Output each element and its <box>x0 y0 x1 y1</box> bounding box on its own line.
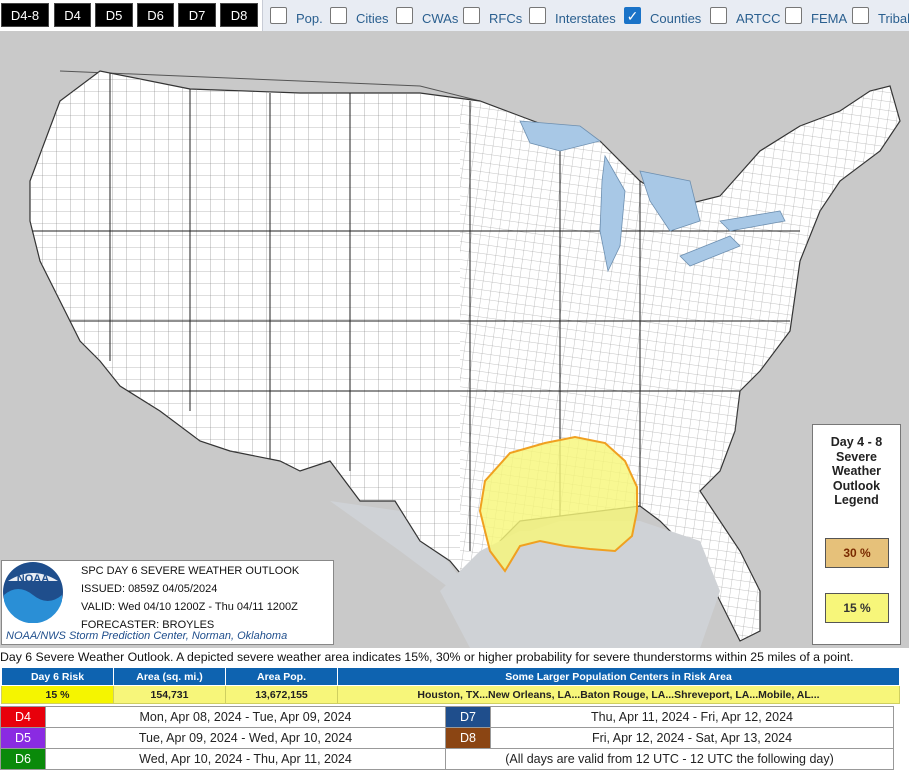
legend-title: Day 4 - 8 Severe Weather Outlook Legend <box>813 435 900 508</box>
day-row: D4 Mon, Apr 08, 2024 - Tue, Apr 09, 2024… <box>0 706 894 728</box>
noaa-logo: NOAA <box>3 562 63 623</box>
outlook-description: Day 6 Severe Weather Outlook. A depicted… <box>0 650 854 664</box>
day-validity-table: D4 Mon, Apr 08, 2024 - Tue, Apr 09, 2024… <box>0 706 894 770</box>
legend-title-line: Day 4 - 8 <box>830 435 883 449</box>
pop-checkbox[interactable] <box>270 7 287 24</box>
cell-pop-centers: Houston, TX...New Orleans, LA...Baton Ro… <box>337 685 900 704</box>
noaa-logo-text: NOAA <box>17 573 49 585</box>
outlook-map[interactable]: NOAA SPC DAY 6 SEVERE WEATHER OUTLOOK IS… <box>0 31 909 648</box>
counties-checkbox[interactable]: ✓ <box>624 7 641 24</box>
interstates-checkbox[interactable] <box>529 7 546 24</box>
day-tag-d7[interactable]: D7 <box>445 706 491 728</box>
tab-d4-8[interactable]: D4-8 <box>1 3 49 27</box>
layer-label: Counties <box>650 11 702 26</box>
cell-risk: 15 % <box>1 685 114 704</box>
header-day-risk: Day 6 Risk <box>1 667 114 686</box>
layer-label: CWAs <box>422 11 459 26</box>
day-tag-d8[interactable]: D8 <box>445 727 491 749</box>
layer-label: FEMA <box>811 11 848 26</box>
legend-title-line: Legend <box>834 493 879 507</box>
legend-15-percent: 15 % <box>825 593 889 623</box>
layer-toggle-fema[interactable]: FEMA <box>785 4 847 28</box>
layer-label: ARTCC <box>736 11 781 26</box>
day-tag-d6[interactable]: D6 <box>0 748 46 770</box>
layer-toggle-counties[interactable]: ✓ Counties <box>624 4 701 28</box>
outlook-info-box: NOAA SPC DAY 6 SEVERE WEATHER OUTLOOK IS… <box>1 560 334 645</box>
outlook-title: SPC DAY 6 SEVERE WEATHER OUTLOOK <box>81 565 300 577</box>
header-area: Area (sq. mi.) <box>113 667 226 686</box>
layer-label: Pop. <box>296 11 323 26</box>
validity-note: (All days are valid from 12 UTC - 12 UTC… <box>445 748 894 770</box>
layer-toggle-cities[interactable]: Cities <box>330 4 389 28</box>
header-area-pop: Area Pop. <box>225 667 338 686</box>
layer-toggle-bar: Pop. Cities CWAs RFCs Interstates ✓ Coun… <box>262 0 909 31</box>
layer-toggle-cwas[interactable]: CWAs <box>396 4 458 28</box>
tab-d7[interactable]: D7 <box>178 3 216 27</box>
layer-toggle-pop[interactable]: Pop. <box>270 4 323 28</box>
legend-title-line: Outlook <box>832 478 881 493</box>
day-dates: Tue, Apr 09, 2024 - Wed, Apr 10, 2024 <box>45 727 446 749</box>
tribal-checkbox[interactable] <box>852 7 869 24</box>
fema-checkbox[interactable] <box>785 7 802 24</box>
risk-table-row: 15 % 154,731 13,672,155 Houston, TX...Ne… <box>1 685 900 704</box>
issued-time: ISSUED: 0859Z 04/05/2024 <box>81 583 218 595</box>
map-canvas <box>0 31 909 648</box>
day-dates: Mon, Apr 08, 2024 - Tue, Apr 09, 2024 <box>45 706 446 728</box>
day-row: D5 Tue, Apr 09, 2024 - Wed, Apr 10, 2024… <box>0 727 894 749</box>
valid-period: VALID: Wed 04/10 1200Z - Thu 04/11 1200Z <box>81 601 298 613</box>
day-row: D6 Wed, Apr 10, 2024 - Thu, Apr 11, 2024… <box>0 748 894 770</box>
outlook-legend: Day 4 - 8 Severe Weather Outlook Legend … <box>812 424 901 645</box>
layer-toggle-artcc[interactable]: ARTCC <box>710 4 781 28</box>
risk-table-header: Day 6 Risk Area (sq. mi.) Area Pop. Some… <box>1 667 900 686</box>
spc-credit: NOAA/NWS Storm Prediction Center, Norman… <box>6 630 288 642</box>
day-dates: Wed, Apr 10, 2024 - Thu, Apr 11, 2024 <box>45 748 446 770</box>
cell-area-pop: 13,672,155 <box>225 685 338 704</box>
layer-toggle-interstates[interactable]: Interstates <box>529 4 616 28</box>
tab-d4[interactable]: D4 <box>54 3 91 27</box>
legend-title-line: Weather <box>831 464 882 478</box>
cwas-checkbox[interactable] <box>396 7 413 24</box>
layer-label: Interstates <box>555 11 616 26</box>
risk-table: Day 6 Risk Area (sq. mi.) Area Pop. Some… <box>1 667 900 704</box>
artcc-checkbox[interactable] <box>710 7 727 24</box>
top-toolbar: D4-8 D4 D5 D6 D7 D8 Pop. Cities CWAs RFC… <box>0 0 909 31</box>
header-pop-centers: Some Larger Population Centers in Risk A… <box>337 667 900 686</box>
cities-checkbox[interactable] <box>330 7 347 24</box>
tab-d8[interactable]: D8 <box>220 3 258 27</box>
layer-toggle-tribal[interactable]: Tribal <box>852 4 909 28</box>
tab-d6[interactable]: D6 <box>137 3 174 27</box>
layer-label: Tribal <box>878 11 909 26</box>
layer-label: RFCs <box>489 11 523 26</box>
legend-title-line: Severe <box>835 449 877 464</box>
day-tag-d5[interactable]: D5 <box>0 727 46 749</box>
day-dates: Thu, Apr 11, 2024 - Fri, Apr 12, 2024 <box>490 706 894 728</box>
day-dates: Fri, Apr 12, 2024 - Sat, Apr 13, 2024 <box>490 727 894 749</box>
layer-toggle-rfcs[interactable]: RFCs <box>463 4 522 28</box>
cell-area: 154,731 <box>113 685 226 704</box>
tab-d5[interactable]: D5 <box>95 3 133 27</box>
legend-30-percent: 30 % <box>825 538 889 568</box>
rfcs-checkbox[interactable] <box>463 7 480 24</box>
day-tag-d4[interactable]: D4 <box>0 706 46 728</box>
layer-label: Cities <box>356 11 389 26</box>
